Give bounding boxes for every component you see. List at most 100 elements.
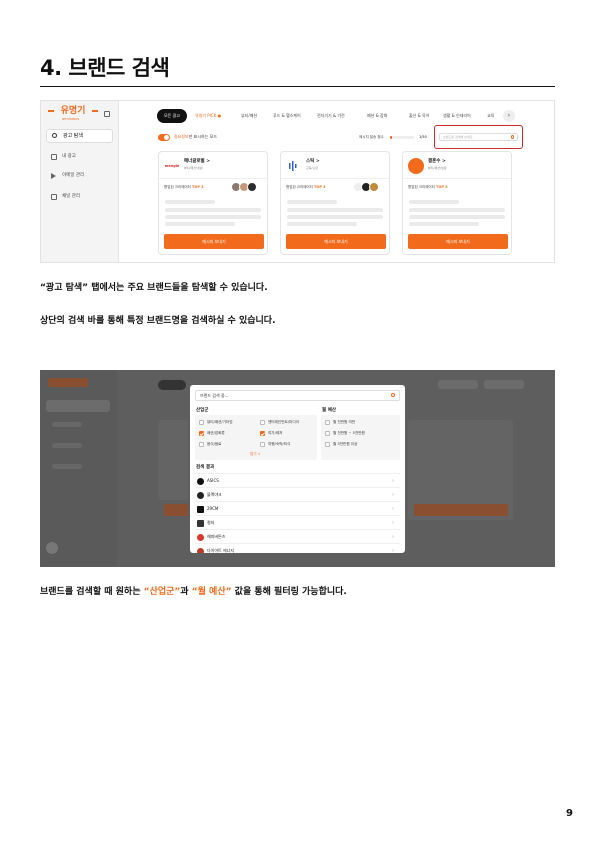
checkbox-icon — [325, 419, 330, 425]
brand-search-input[interactable]: 브랜드 검색 중... — [195, 390, 400, 401]
brand-search-input[interactable]: 브랜드를 검색해 보세요 — [439, 133, 518, 141]
tabs-next-button[interactable]: › — [503, 110, 515, 122]
tab-category[interactable]: 뷰티/패션 — [241, 109, 257, 123]
tab-all[interactable]: 모든 광고 — [157, 109, 187, 123]
industry-checkbox[interactable]: 뷰티/패션/기타업 — [199, 419, 233, 425]
send-message-button[interactable]: 메시지 보내기 — [164, 234, 264, 249]
search-result-row[interactable]: ASICS › — [195, 473, 400, 487]
creator-avatars — [353, 182, 383, 192]
tab-category[interactable]: 생활 & 인테리어 — [443, 109, 471, 123]
brand-search-dropdown: 브랜드 검색 중... 산업군 월 예산 뷰티/패션/기타업 패션/잡화류 음식… — [190, 385, 405, 553]
sidebar-item-email[interactable]: 이메일 관리 — [51, 172, 84, 180]
sidebar-collapse-icon[interactable] — [104, 111, 110, 117]
search-icon — [510, 135, 514, 139]
dimmed-card — [158, 420, 188, 500]
checkbox-label: 월 천만원 ~ 5천만원 — [333, 431, 365, 435]
dimmed-sidebar-item — [52, 443, 82, 448]
tab-category[interactable]: 출산 & 육아 — [409, 109, 429, 123]
industry-checkbox[interactable]: 여가/레저 — [260, 430, 282, 436]
brand-logo — [197, 477, 204, 485]
brand-name: 결혼수 > — [428, 159, 446, 164]
document-icon — [51, 154, 57, 160]
industry-checkbox[interactable]: 패션/잡화류 — [199, 430, 225, 436]
creator-rank: 협업된 크리에이터 TOP 3 — [408, 185, 448, 190]
important-info-toggle[interactable] — [158, 134, 170, 141]
send-message-button[interactable]: 메시지 보내기 — [286, 234, 386, 249]
brand-card[interactable]: 스틱 > 교육/출판 협업된 크리에이터 TOP 3 메시지 보내기 — [280, 151, 390, 255]
toggle-label-rest: 만 표시하는 모드 — [188, 134, 218, 139]
budget-heading: 월 예산 — [322, 408, 336, 413]
brand-logo — [197, 547, 204, 553]
sidebar-item-label: 광고 탐색 — [63, 133, 83, 139]
app-sidebar: 유명기 NETWORKS 광고 탐색 내 광고 이메일 관리 채널 관리 — [41, 101, 119, 262]
page-number: 9 — [566, 808, 573, 819]
description-filter: 브랜드를 검색할 때 원하는 “산업군”과 “월 예산” 값을 통해 필터링 가… — [40, 585, 347, 599]
dimmed-tab — [484, 380, 524, 389]
dimmed-sidebar-search — [46, 400, 110, 412]
checkbox-icon — [260, 441, 265, 447]
search-result-row[interactable]: 다이어트 에너지 › — [195, 543, 400, 553]
industry-checkbox[interactable]: 음식/음료 — [199, 441, 221, 447]
chevron-right-icon: › — [392, 506, 394, 512]
budget-checkbox[interactable]: 월 천만원 ~ 5천만원 — [325, 430, 365, 436]
description-explore-tab: “광고 탐색” 탭에서는 주요 브랜드들을 탐색할 수 있습니다. — [40, 283, 268, 293]
checkbox-label: 음식/음료 — [207, 442, 222, 446]
search-value: 브랜드 검색 중... — [200, 393, 229, 398]
creator-rank: 협업된 크리에이터 TOP 3 — [164, 185, 204, 190]
checkbox-icon — [325, 441, 330, 447]
sidebar-item-ad-explore[interactable]: 광고 탐색 — [46, 129, 113, 143]
creator-rank: 협업된 크리에이터 TOP 3 — [286, 185, 326, 190]
checkbox-label: 월 5천만원 이상 — [333, 442, 358, 446]
screenshot-ad-explore: 유명기 NETWORKS 광고 탐색 내 광고 이메일 관리 채널 관리 모든 … — [40, 100, 555, 263]
budget-checkbox[interactable]: 월 천만원 미만 — [325, 419, 355, 425]
search-placeholder: 브랜드를 검색해 보세요 — [443, 135, 473, 139]
checkbox-checked-icon — [199, 430, 204, 436]
budget-checkbox[interactable]: 월 5천만원 이상 — [325, 441, 357, 447]
sidebar-item-my-ads[interactable]: 내 광고 — [51, 153, 76, 161]
checkbox-label: 엔터테인먼트/미디어 — [268, 420, 299, 424]
tab-category[interactable]: 패션 & 잡화 — [367, 109, 387, 123]
checkbox-checked-icon — [260, 430, 265, 436]
brand-search-highlight: 브랜드를 검색해 보세요 — [434, 125, 523, 149]
search-result-row[interactable]: 블랙야크 › — [195, 487, 400, 501]
dimmed-tab — [438, 380, 478, 389]
blurred-text — [287, 222, 357, 226]
search-result-row[interactable]: 해피버튼즈 › — [195, 529, 400, 543]
creator-rank-label: 협업된 크리에이터 — [408, 185, 435, 189]
creator-avatars — [231, 182, 261, 192]
text: 과 — [180, 587, 192, 597]
brand-name: 매너글로벌 > — [184, 159, 211, 164]
industry-checkbox[interactable]: 엔터테인먼트/미디어 — [260, 419, 299, 425]
result-name: 다이어트 에너지 — [207, 548, 235, 553]
sidebar-item-channel[interactable]: 채널 관리 — [51, 193, 80, 201]
section-title: 4. 브랜드 검색 — [40, 56, 170, 80]
send-icon — [51, 173, 56, 179]
brand-category: 뷰티/패션/생활 — [428, 166, 447, 170]
checkbox-label: 패션/잡화류 — [207, 431, 225, 435]
collapse-filters-link[interactable]: 접기 ∨ — [250, 452, 260, 457]
industry-checkbox[interactable]: 여행/숙박/외식 — [260, 441, 290, 447]
checkbox-label: 뷰티/패션/기타업 — [207, 420, 233, 424]
search-result-row[interactable]: 컬처 › — [195, 515, 400, 529]
creator-rank-label: 협업된 크리에이터 — [164, 185, 191, 189]
search-result-row[interactable]: 29CM › — [195, 501, 400, 515]
brand-card[interactable]: mengle 매너글로벌 > 뷰티/패션/생활 협업된 크리에이터 TOP 3 … — [158, 151, 268, 255]
checkbox-icon — [325, 430, 330, 436]
chevron-right-icon: › — [392, 492, 394, 498]
checkbox-icon — [199, 419, 204, 425]
tab-category[interactable]: 전자기기 & 가전 — [317, 109, 345, 123]
tab-pick[interactable]: 유명기 PICK ● — [195, 109, 221, 123]
dimmed-logo — [48, 378, 88, 387]
blurred-text — [409, 200, 459, 204]
send-message-button[interactable]: 메시지 보내기 — [408, 234, 508, 249]
industry-heading: 산업군 — [196, 408, 209, 413]
blurred-text — [409, 222, 479, 226]
tab-category[interactable]: 푸드 & 헬스케어 — [273, 109, 301, 123]
app-logo: 유명기 NETWORKS — [48, 107, 98, 121]
brand-card[interactable]: 결혼수 > 뷰티/패션/생활 협업된 크리에이터 TOP 3 메시지 보내기 — [402, 151, 512, 255]
card-divider — [281, 178, 389, 179]
chevron-right-icon: › — [392, 534, 394, 540]
tab-category[interactable]: 교육 — [487, 109, 494, 123]
card-divider — [159, 178, 267, 179]
text: 브랜드를 검색할 때 원하는 — [40, 587, 144, 597]
